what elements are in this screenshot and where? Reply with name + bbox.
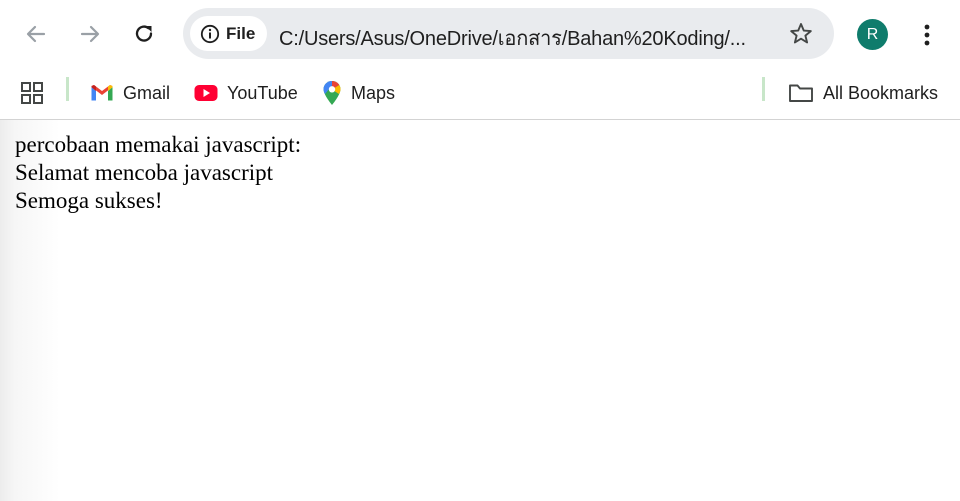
gmail-icon <box>91 85 113 101</box>
browser-menu-button[interactable] <box>913 20 941 50</box>
youtube-icon <box>194 85 218 101</box>
bookmark-label: Gmail <box>123 82 171 103</box>
profile-avatar[interactable]: R <box>857 19 888 50</box>
page-content: percobaan memakai javascript: Selamat me… <box>15 131 301 215</box>
content-line: Selamat mencoba javascript <box>15 160 274 185</box>
bookmarks-bar: Gmail YouTube Maps All Bookmarks <box>0 68 960 120</box>
bookmarks-separator <box>762 77 765 101</box>
content-line: Semoga sukses! <box>15 188 163 213</box>
bookmark-maps[interactable]: Maps <box>322 76 395 110</box>
bookmark-youtube[interactable]: YouTube <box>194 76 298 110</box>
arrow-left-icon <box>26 25 46 43</box>
all-bookmarks-label: All Bookmarks <box>823 82 939 103</box>
maps-icon <box>323 81 341 105</box>
kebab-menu-icon <box>924 24 930 46</box>
info-icon <box>200 24 220 43</box>
bookmark-label: YouTube <box>227 82 298 103</box>
reload-button[interactable] <box>126 16 162 52</box>
all-bookmarks-button[interactable]: All Bookmarks <box>788 76 938 110</box>
apps-button[interactable] <box>20 76 44 110</box>
folder-icon <box>789 84 813 102</box>
site-info-chip[interactable]: File <box>190 16 268 51</box>
content-line: percobaan memakai javascript: <box>15 132 302 157</box>
back-button[interactable] <box>18 16 54 52</box>
bookmark-gmail[interactable]: Gmail <box>90 76 170 110</box>
bookmarks-separator <box>66 77 69 101</box>
star-icon[interactable] <box>788 21 814 47</box>
site-info-label: File <box>226 23 256 43</box>
address-bar[interactable]: File C:/Users/Asus/OneDrive/เอกสาร/Bahan… <box>183 8 834 59</box>
browser-toolbar: File C:/Users/Asus/OneDrive/เอกสาร/Bahan… <box>0 0 960 68</box>
bookmark-label: Maps <box>351 82 396 103</box>
arrow-right-icon <box>80 25 100 43</box>
apps-grid-icon <box>21 82 43 104</box>
reload-icon <box>135 25 153 42</box>
url-text[interactable]: C:/Users/Asus/OneDrive/เอกสาร/Bahan%20Ko… <box>279 22 746 54</box>
forward-button[interactable] <box>72 16 108 52</box>
